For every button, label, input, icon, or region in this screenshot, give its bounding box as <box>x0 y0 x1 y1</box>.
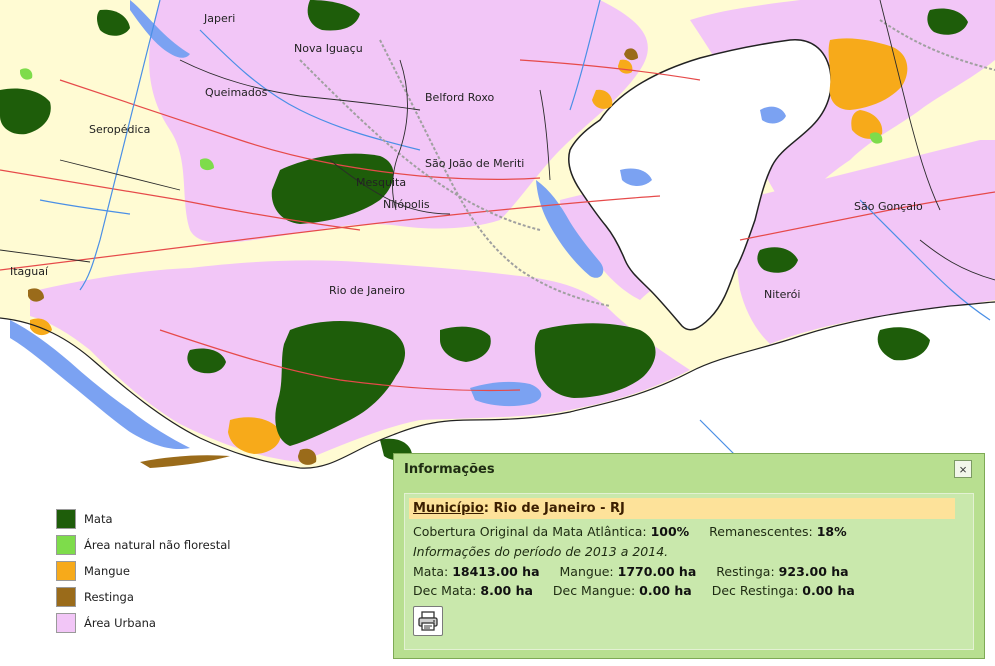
coverage-line: Cobertura Original da Mata Atlântica: 10… <box>413 524 847 539</box>
dec-mangue-label: Dec Mangue: <box>552 583 636 598</box>
city-label: Queimados <box>205 86 268 99</box>
dec-mata-label: Dec Mata: <box>413 583 477 598</box>
dec-restinga-label: Dec Restinga: <box>711 583 799 598</box>
close-button[interactable]: × <box>954 460 972 478</box>
restinga-label: Restinga: <box>716 564 775 579</box>
legend-swatch-restinga <box>56 587 76 607</box>
decrease-line: Dec Mata: 8.00 ha Dec Mangue: 0.00 ha De… <box>413 583 855 598</box>
dec-restinga-value: 0.00 ha <box>802 583 855 598</box>
info-panel-title: Informações <box>404 462 495 477</box>
legend-swatch-area-urbana <box>56 613 76 633</box>
city-label: Itaguaí <box>10 265 49 278</box>
print-button[interactable] <box>413 606 443 636</box>
city-label: Niterói <box>764 288 800 301</box>
legend-label: Mangue <box>84 564 130 578</box>
municipio-value: : Rio de Janeiro - RJ <box>483 501 625 516</box>
legend-label: Mata <box>84 512 113 526</box>
cobertura-value: 100% <box>650 524 690 539</box>
close-icon: × <box>959 461 967 477</box>
legend-label: Área natural não florestal <box>84 538 231 552</box>
city-label: Rio de Janeiro <box>329 284 405 297</box>
cobertura-label: Cobertura Original da Mata Atlântica: <box>413 524 647 539</box>
city-label: Japeri <box>203 12 235 25</box>
dec-mata-value: 8.00 ha <box>480 583 533 598</box>
dec-mangue-value: 0.00 ha <box>639 583 692 598</box>
info-panel-body: Município: Rio de Janeiro - RJ Cobertura… <box>404 493 974 650</box>
city-label: Nilópolis <box>383 198 430 211</box>
area-line: Mata: 18413.00 ha Mangue: 1770.00 ha Res… <box>413 564 849 579</box>
remanescentes-value: 18% <box>816 524 847 539</box>
legend-item-mata: Mata <box>56 506 276 532</box>
municipio-key: Município <box>413 501 484 516</box>
remanescentes-label: Remanescentes: <box>709 524 813 539</box>
mangue-value: 1770.00 ha <box>617 564 697 579</box>
city-label: Belford Roxo <box>425 91 494 104</box>
period-line: Informações do período de 2013 a 2014. <box>413 544 669 559</box>
mata-label: Mata: <box>413 564 449 579</box>
city-label: Seropédica <box>89 123 150 136</box>
legend-swatch-mata <box>56 509 76 529</box>
legend-item-area-urbana: Área Urbana <box>56 610 276 636</box>
legend-item-mangue: Mangue <box>56 558 276 584</box>
city-label: São Gonçalo <box>854 200 923 213</box>
legend-label: Restinga <box>84 590 134 604</box>
legend-swatch-mangue <box>56 561 76 581</box>
municipio-bar: Município: Rio de Janeiro - RJ <box>409 498 955 519</box>
legend-swatch-area-natural <box>56 535 76 555</box>
legend-item-restinga: Restinga <box>56 584 276 610</box>
mangue-label: Mangue: <box>559 564 614 579</box>
mata-value: 18413.00 ha <box>452 564 540 579</box>
printer-icon <box>418 611 438 631</box>
restinga-value: 923.00 ha <box>778 564 849 579</box>
info-panel: Informações × Município: Rio de Janeiro … <box>393 453 985 659</box>
city-label: Mesquita <box>356 176 406 189</box>
info-panel-header: Informações × <box>394 454 984 485</box>
city-label: Nova Iguaçu <box>294 42 363 55</box>
map-legend: Mata Área natural não florestal Mangue R… <box>56 506 276 636</box>
legend-label: Área Urbana <box>84 616 156 630</box>
city-label: São João de Meriti <box>425 157 524 170</box>
legend-item-area-natural: Área natural não florestal <box>56 532 276 558</box>
